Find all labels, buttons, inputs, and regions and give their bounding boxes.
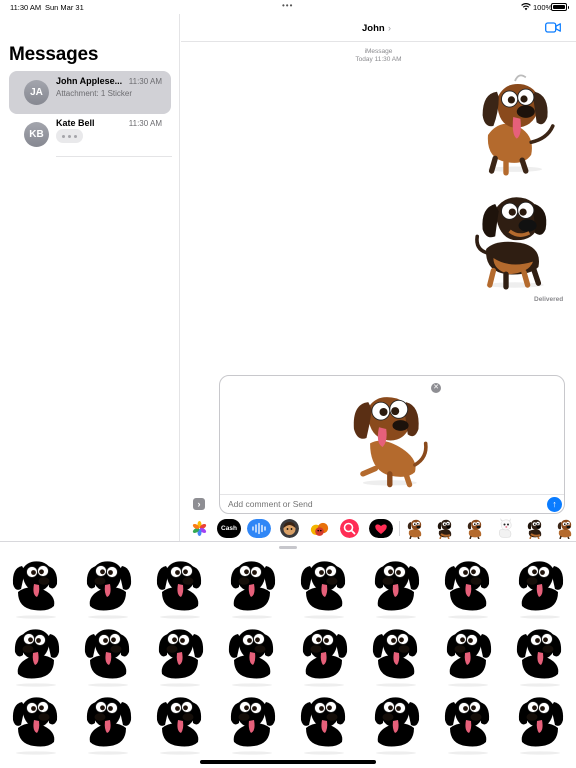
service-name: iMessage bbox=[364, 48, 393, 55]
drawer-sticker-4[interactable] bbox=[495, 518, 515, 539]
sticker-16[interactable] bbox=[510, 624, 570, 688]
sticker-19[interactable] bbox=[150, 692, 210, 756]
video-call-icon[interactable] bbox=[545, 22, 561, 33]
drawer-sticker-2[interactable] bbox=[435, 518, 455, 539]
sticker-7[interactable] bbox=[438, 556, 498, 620]
sticker-grid bbox=[0, 556, 576, 756]
digital-touch-app-icon[interactable] bbox=[369, 519, 393, 538]
photos-app-icon[interactable] bbox=[190, 519, 209, 538]
sticker-4[interactable] bbox=[222, 556, 282, 620]
memoji-app-icon[interactable] bbox=[280, 519, 299, 538]
sticker-20[interactable] bbox=[222, 692, 282, 756]
search-images-app-icon[interactable] bbox=[340, 519, 359, 538]
sent-sticker-2[interactable] bbox=[470, 186, 560, 294]
sticker-10[interactable] bbox=[78, 624, 138, 688]
sidebar-title: Messages bbox=[9, 44, 99, 65]
expand-apps-button[interactable]: › bbox=[193, 498, 205, 510]
drawer-sticker-1[interactable] bbox=[405, 518, 425, 539]
drawer-divider bbox=[399, 521, 400, 536]
cash-label: Cash bbox=[221, 525, 237, 532]
conversation-time: 11:30 AM bbox=[128, 77, 162, 86]
app-drawer: Cash bbox=[181, 517, 576, 541]
drawer-sticker-3[interactable] bbox=[465, 518, 485, 539]
apple-cash-app-icon[interactable]: Cash bbox=[217, 519, 241, 538]
avatar: JA bbox=[24, 80, 49, 105]
drawer-sticker-6[interactable] bbox=[555, 518, 575, 539]
multitasking-dots-icon[interactable]: ••• bbox=[282, 1, 293, 10]
battery-percent: 100% bbox=[533, 3, 553, 12]
sticker-3[interactable] bbox=[150, 556, 210, 620]
list-divider bbox=[56, 156, 172, 157]
conversation-name: John Applese... bbox=[56, 76, 123, 86]
battery-icon bbox=[551, 3, 569, 11]
sent-sticker-1[interactable] bbox=[470, 72, 560, 180]
compose-divider bbox=[220, 494, 564, 495]
sticker-17[interactable] bbox=[6, 692, 66, 756]
sticker-12[interactable] bbox=[222, 624, 282, 688]
conversation-name: Kate Bell bbox=[56, 118, 95, 128]
home-indicator[interactable] bbox=[200, 760, 376, 764]
contact-name[interactable]: John bbox=[362, 23, 385, 34]
sticker-13[interactable] bbox=[294, 624, 354, 688]
chevron-right-icon[interactable]: › bbox=[388, 23, 391, 33]
conversation-row-john[interactable]: JA John Applese... 11:30 AM Attachment: … bbox=[9, 71, 171, 114]
sticker-6[interactable] bbox=[366, 556, 426, 620]
sticker-5[interactable] bbox=[294, 556, 354, 620]
audio-message-app-icon[interactable] bbox=[247, 519, 271, 538]
delivered-status: Delivered bbox=[534, 296, 564, 303]
conversation-row-kate[interactable]: KB Kate Bell 11:30 AM bbox=[9, 113, 171, 156]
sticker-11[interactable] bbox=[150, 624, 210, 688]
messages-screen: 11:30 AM Sun Mar 31 ••• 100% Messages JA… bbox=[0, 0, 576, 768]
sticker-2[interactable] bbox=[78, 556, 138, 620]
attached-sticker[interactable] bbox=[342, 386, 434, 490]
drawer-sticker-5[interactable] bbox=[525, 518, 545, 539]
status-date: Sun Mar 31 bbox=[45, 3, 84, 12]
sticker-23[interactable] bbox=[438, 692, 498, 756]
sticker-21[interactable] bbox=[294, 692, 354, 756]
sticker-8[interactable] bbox=[510, 556, 570, 620]
conversation-list: Messages JA John Applese... 11:30 AM Att… bbox=[0, 14, 180, 541]
sticker-14[interactable] bbox=[366, 624, 426, 688]
comment-input[interactable] bbox=[228, 499, 528, 509]
sticker-18[interactable] bbox=[78, 692, 138, 756]
compose-box[interactable]: ✕ ↑ bbox=[219, 375, 565, 514]
status-time: 11:30 AM bbox=[10, 3, 42, 12]
sticker-22[interactable] bbox=[366, 692, 426, 756]
send-button[interactable]: ↑ bbox=[547, 497, 562, 512]
sticker-15[interactable] bbox=[438, 624, 498, 688]
panel-grabber[interactable] bbox=[279, 546, 297, 549]
message-service-label: iMessage Today 11:30 AM bbox=[181, 48, 576, 64]
memoji-stickers-app-icon[interactable] bbox=[310, 519, 329, 538]
sticker-24[interactable] bbox=[510, 692, 570, 756]
status-bar: 11:30 AM Sun Mar 31 ••• 100% bbox=[0, 0, 576, 14]
wifi-icon bbox=[521, 3, 531, 11]
message-timestamp: Today 11:30 AM bbox=[355, 56, 402, 63]
avatar: KB bbox=[24, 122, 49, 147]
chat-header: John › bbox=[181, 14, 576, 42]
conversation-preview: Attachment: 1 Sticker bbox=[56, 89, 133, 98]
sticker-9[interactable] bbox=[6, 624, 66, 688]
sticker-1[interactable] bbox=[6, 556, 66, 620]
typing-indicator bbox=[56, 129, 83, 143]
conversation-time: 11:30 AM bbox=[128, 119, 162, 128]
sticker-panel bbox=[0, 541, 576, 768]
